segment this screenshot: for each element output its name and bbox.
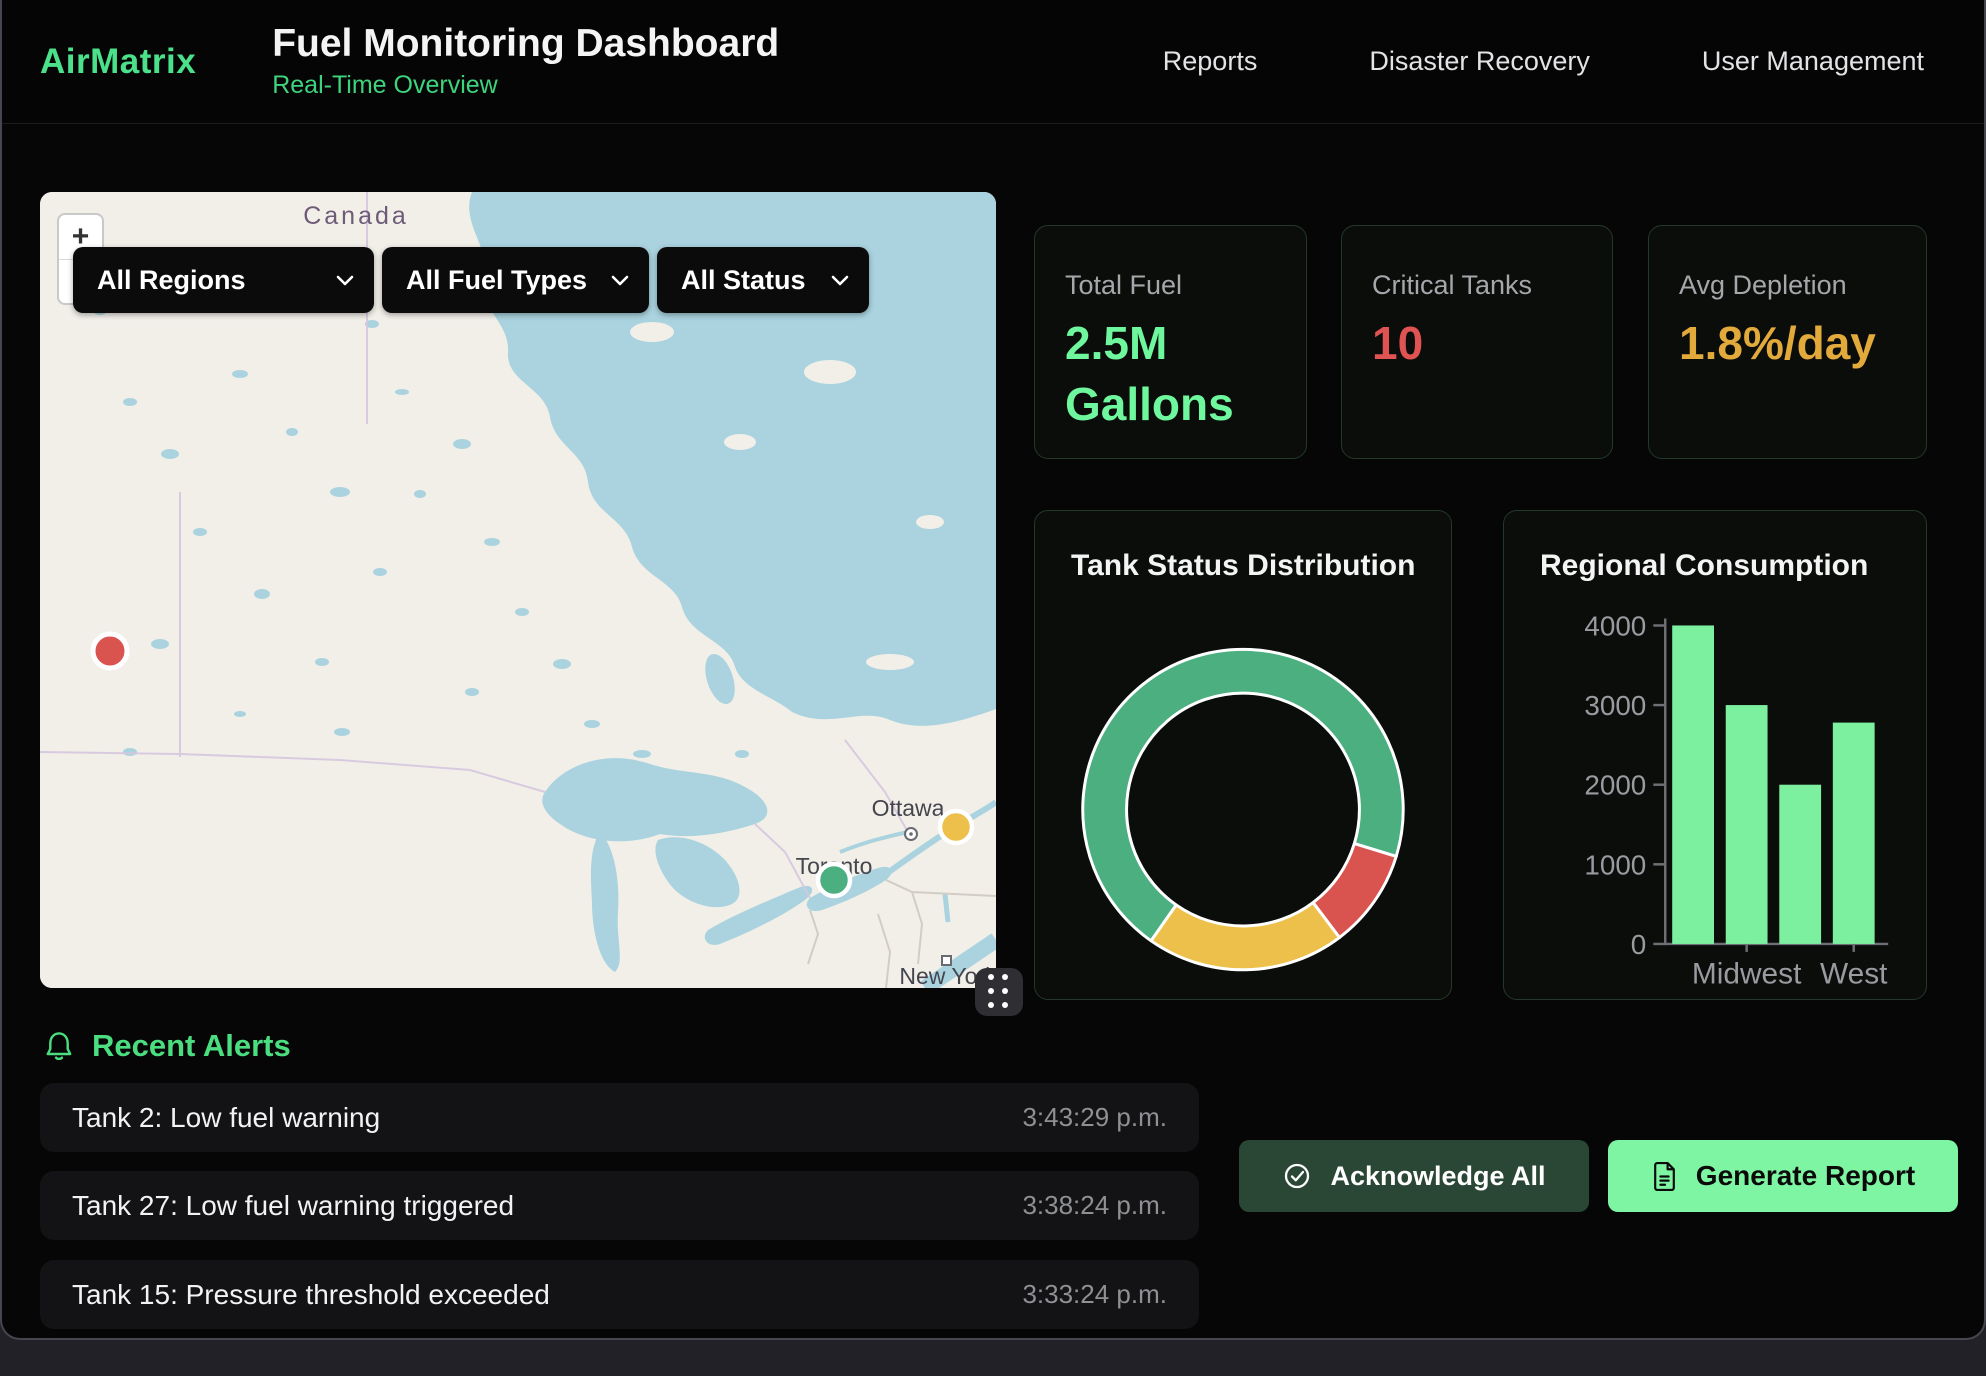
tank-status-chart-card: Tank Status Distribution xyxy=(1034,510,1452,1000)
chevron-down-icon xyxy=(831,275,849,286)
normal-tank-marker[interactable] xyxy=(818,864,850,896)
recent-alerts-header: Recent Alerts xyxy=(44,1028,291,1064)
stat-value-critical-tanks: 10 xyxy=(1372,313,1550,374)
bar-region-3 xyxy=(1833,723,1875,944)
bar-region-0 xyxy=(1672,625,1714,943)
stat-card-total-fuel: Total Fuel 2.5M Gallons xyxy=(1034,225,1307,459)
page-subtitle: Real-Time Overview xyxy=(272,71,779,100)
region-filter-select[interactable]: All Regions xyxy=(73,247,374,313)
alert-text: Tank 2: Low fuel warning xyxy=(72,1102,380,1134)
y-tick-label: 1000 xyxy=(1584,849,1646,880)
brand-logo[interactable]: AirMatrix xyxy=(40,42,196,82)
alert-text: Tank 15: Pressure threshold exceeded xyxy=(72,1279,550,1311)
donut-segment-warning xyxy=(1151,903,1339,970)
generate-report-label: Generate Report xyxy=(1696,1160,1915,1192)
map-resize-handle[interactable] xyxy=(975,968,1023,1016)
y-tick-label: 2000 xyxy=(1584,770,1646,801)
fuel-type-filter-value: All Fuel Types xyxy=(406,265,587,296)
stat-label: Total Fuel xyxy=(1065,270,1306,301)
status-filter-value: All Status xyxy=(681,265,806,296)
regional-consumption-chart-card: Regional Consumption 01000200030004000Mi… xyxy=(1503,510,1927,1000)
map-filter-bar: All Regions All Fuel Types All Status xyxy=(73,247,869,313)
tank-status-donut-chart xyxy=(1035,511,1451,999)
alert-row-3[interactable]: Tank 15: Pressure threshold exceeded 3:3… xyxy=(40,1260,1199,1329)
nav-item-disaster-recovery[interactable]: Disaster Recovery xyxy=(1369,46,1590,77)
stat-value-total-fuel: 2.5M Gallons xyxy=(1065,313,1243,434)
nav-item-user-management[interactable]: User Management xyxy=(1702,46,1924,77)
document-icon xyxy=(1651,1161,1678,1192)
dashboard-window: AirMatrix Fuel Monitoring Dashboard Real… xyxy=(0,0,1986,1340)
map-label-ottawa: Ottawa xyxy=(872,795,945,821)
stat-label: Avg Depletion xyxy=(1679,270,1926,301)
top-navbar: AirMatrix Fuel Monitoring Dashboard Real… xyxy=(2,0,1984,124)
alert-text: Tank 27: Low fuel warning triggered xyxy=(72,1190,514,1222)
stat-card-critical-tanks: Critical Tanks 10 xyxy=(1341,225,1613,459)
acknowledge-all-label: Acknowledge All xyxy=(1330,1161,1545,1192)
alert-row-1[interactable]: Tank 2: Low fuel warning 3:43:29 p.m. xyxy=(40,1083,1199,1152)
nav-item-reports[interactable]: Reports xyxy=(1163,46,1258,77)
y-tick-label: 3000 xyxy=(1584,690,1646,721)
y-tick-label: 0 xyxy=(1631,929,1647,960)
alert-row-2[interactable]: Tank 27: Low fuel warning triggered 3:38… xyxy=(40,1171,1199,1240)
x-tick-label: West xyxy=(1820,958,1888,991)
recent-alerts-title: Recent Alerts xyxy=(92,1028,291,1064)
regional-consumption-bar-chart: 0 1000 2000 3000 4000 Midwest West xyxy=(1504,511,1926,999)
region-filter-value: All Regions xyxy=(97,265,246,296)
generate-report-button[interactable]: Generate Report xyxy=(1608,1140,1958,1212)
fuel-type-filter-select[interactable]: All Fuel Types xyxy=(382,247,649,313)
bar-region-2 xyxy=(1779,785,1821,944)
warning-tank-marker[interactable] xyxy=(940,811,972,843)
critical-tank-marker[interactable] xyxy=(93,634,127,668)
map-label-canada: Canada xyxy=(303,202,409,230)
alert-time: 3:38:24 p.m. xyxy=(1022,1190,1167,1221)
acknowledge-all-button[interactable]: Acknowledge All xyxy=(1239,1140,1589,1212)
x-tick-label: Midwest xyxy=(1692,958,1802,991)
nav-menu: Reports Disaster Recovery User Managemen… xyxy=(1163,46,1924,77)
status-filter-select[interactable]: All Status xyxy=(657,247,869,313)
page-title: Fuel Monitoring Dashboard xyxy=(272,23,779,66)
stat-value-avg-depletion: 1.8%/day xyxy=(1679,313,1857,374)
bar-region-1 xyxy=(1726,705,1768,944)
ottawa-town-dot xyxy=(909,832,913,836)
alert-time: 3:33:24 p.m. xyxy=(1022,1279,1167,1310)
y-tick-label: 4000 xyxy=(1584,610,1646,641)
chevron-down-icon xyxy=(611,275,629,286)
bell-icon xyxy=(44,1030,74,1062)
title-block: Fuel Monitoring Dashboard Real-Time Over… xyxy=(272,23,779,101)
stat-card-avg-depletion: Avg Depletion 1.8%/day xyxy=(1648,225,1927,459)
chevron-down-icon xyxy=(336,275,354,286)
check-circle-icon xyxy=(1282,1161,1312,1191)
tank-map[interactable]: Canada Ottawa Toronto New York + − All R… xyxy=(40,192,996,988)
alert-time: 3:43:29 p.m. xyxy=(1022,1102,1167,1133)
stat-label: Critical Tanks xyxy=(1372,270,1612,301)
